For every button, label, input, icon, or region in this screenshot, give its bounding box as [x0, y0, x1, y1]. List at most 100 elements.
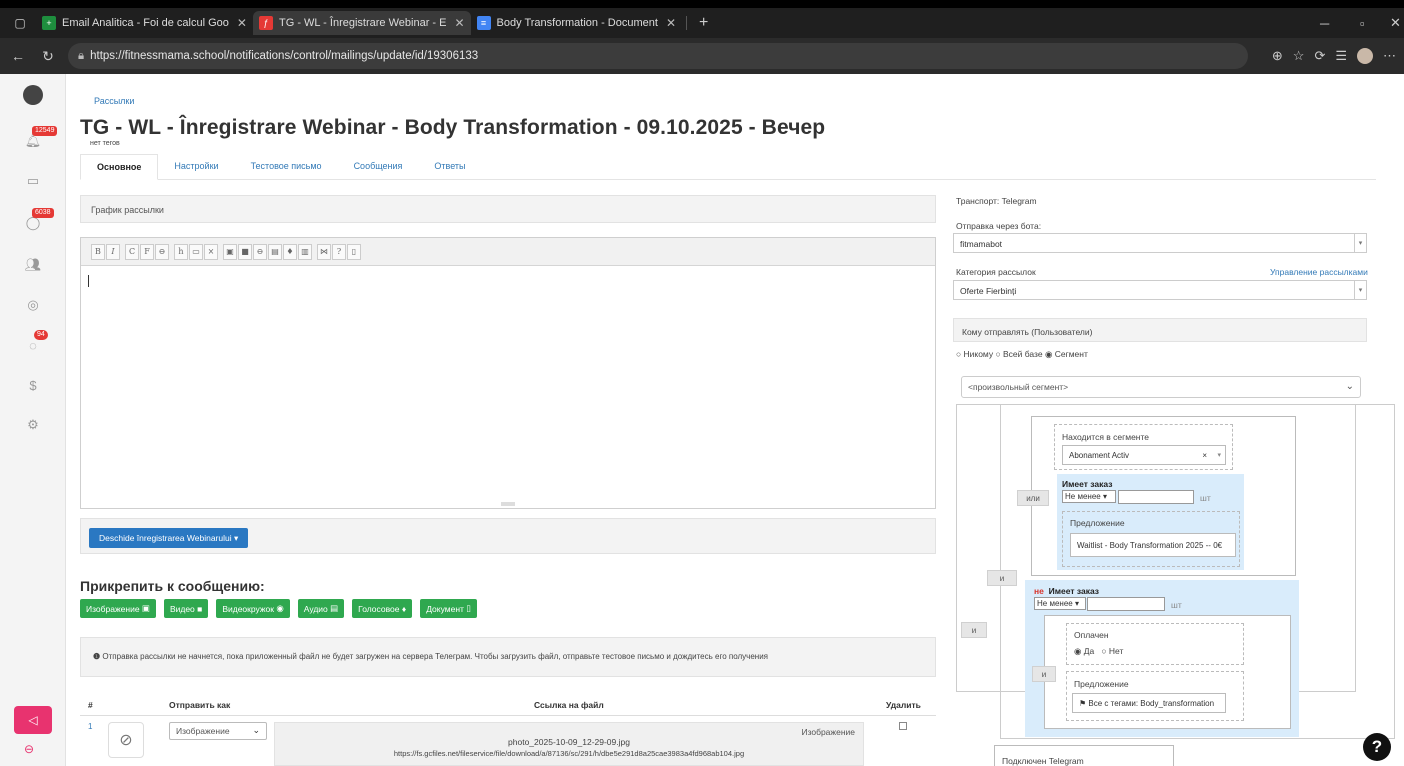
segment-select[interactable]: <произвольный сегмент> ⌄ — [961, 376, 1361, 398]
bot-select[interactable]: fitmamabot ▾ — [953, 233, 1367, 253]
tab-actions-icon[interactable]: ▢ — [10, 13, 30, 33]
tab-test-letter[interactable]: Тестовое письмо — [235, 154, 338, 179]
more-icon[interactable]: ⋯ — [1383, 48, 1396, 64]
favorites-list-icon[interactable]: ☰ — [1335, 48, 1347, 64]
attach-audio-button[interactable]: Аудио ▤ — [297, 599, 345, 618]
help-button[interactable]: ? — [332, 243, 346, 260]
image-icon: ▣ — [141, 603, 150, 613]
tab-answers[interactable]: Ответы — [418, 154, 481, 179]
quantity-input[interactable] — [1118, 490, 1194, 504]
profile-avatar[interactable] — [1357, 48, 1373, 64]
offer-chip[interactable]: Waitlist - Body Transformation 2025 -- 0… — [1070, 533, 1236, 557]
radio-segment[interactable]: ◉ Сегмент — [1045, 349, 1088, 359]
delete-checkbox[interactable] — [899, 722, 907, 730]
radio-all[interactable]: ○ Всей базе — [996, 349, 1043, 359]
browser-tab[interactable]: ≡ Body Transformation - Document ✕ — [471, 11, 682, 35]
category-select[interactable]: Oferte Fierbinți ▾ — [953, 280, 1367, 300]
tab-messages[interactable]: Сообщения — [338, 154, 419, 179]
attach-voice-button[interactable]: Голосовое ♦ — [352, 599, 413, 618]
sidebar-notifications[interactable]: 🔔︎ 12549 — [18, 126, 58, 156]
radio-nobody[interactable]: ○ Никому — [956, 349, 993, 359]
sidebar-settings[interactable]: ⚙︎ — [18, 410, 48, 440]
radio-paid-no[interactable]: ○ Нет — [1101, 646, 1123, 656]
link-icon[interactable]: ⊖ — [24, 742, 34, 756]
tab-main[interactable]: Основное — [80, 154, 159, 180]
attach-image-button[interactable]: Изображение ▣ — [80, 599, 156, 618]
code-button[interactable]: C — [125, 243, 139, 260]
sidebar-chats[interactable]: ◌ 94 — [18, 330, 48, 360]
help-button[interactable]: ? — [1363, 733, 1391, 761]
gear-icon: ⚙︎ — [27, 417, 39, 432]
sidebar-avatar[interactable] — [18, 80, 48, 110]
circle-button[interactable]: ⊖ — [253, 243, 267, 260]
back-icon[interactable]: ← — [6, 48, 30, 64]
extensions-icon[interactable]: ⟳ — [1314, 48, 1325, 64]
mic-button[interactable]: ♦ — [283, 243, 297, 260]
italic-button[interactable]: I — [106, 243, 120, 260]
restore-icon[interactable]: ▫ — [1360, 8, 1365, 38]
refresh-icon[interactable]: ↻ — [36, 48, 60, 65]
minimize-icon[interactable]: ─ — [1320, 8, 1329, 38]
or-button[interactable]: или — [1017, 490, 1049, 506]
in-segment-select[interactable]: Abonament Activ × ▾ — [1062, 445, 1226, 465]
not-has-order-label: не Имеет заказ — [1034, 586, 1100, 596]
sidebar-payments[interactable]: $ — [18, 370, 48, 400]
min-select-2[interactable]: Не менее ▾ — [1034, 597, 1086, 610]
link-button[interactable]: ⊖ — [155, 243, 169, 260]
close-tab-icon[interactable]: ✕ — [666, 16, 676, 30]
attach-video-button[interactable]: Видео ■ — [163, 599, 209, 618]
min-select[interactable]: Не менее ▾ — [1062, 490, 1116, 503]
file-button[interactable]: ▤ — [268, 243, 282, 260]
sidebar-users[interactable]: 👥︎ — [18, 250, 48, 280]
schedule-panel-header[interactable]: График рассылки — [80, 195, 936, 223]
tab-settings[interactable]: Настройки — [158, 154, 234, 179]
file-url[interactable]: https://fs.gcfiles.net/fileservice/file/… — [275, 749, 863, 758]
editor-resize-handle[interactable] — [501, 502, 515, 506]
send-as-select[interactable]: Изображение ⌄ — [169, 722, 267, 740]
document-icon: ▯ — [466, 603, 471, 613]
sidebar-target[interactable]: ◎ — [18, 290, 48, 320]
and-button-3[interactable]: и — [1032, 666, 1056, 682]
manage-mailings-link[interactable]: Управление рассылками — [1270, 267, 1368, 277]
quantity-input-2[interactable] — [1087, 597, 1165, 611]
favorite-icon[interactable]: ☆ — [1293, 48, 1305, 64]
clear-button[interactable]: × — [204, 243, 218, 260]
browser-tab-active[interactable]: ƒ TG - WL - Înregistrare Webinar - E ✕ — [252, 11, 471, 35]
close-tab-icon[interactable]: ✕ — [237, 16, 247, 30]
audio-file-icon: ▤ — [330, 603, 339, 613]
heading-button[interactable]: h — [174, 243, 188, 260]
clear-icon[interactable]: × — [1202, 451, 1207, 460]
close-tab-icon[interactable]: ✕ — [454, 16, 464, 30]
close-window-icon[interactable]: ✕ — [1390, 8, 1401, 38]
attach-title: Прикрепить к сообщению: — [80, 578, 265, 594]
and-button-2[interactable]: и — [987, 570, 1017, 586]
bold-button[interactable]: B — [91, 243, 105, 260]
document-button[interactable]: ▥ — [298, 243, 312, 260]
radio-paid-yes[interactable]: ◉ Да — [1074, 646, 1094, 656]
image-button[interactable]: ▣ — [223, 243, 237, 260]
keyboard-button[interactable]: ▭ — [189, 243, 203, 260]
webinar-registration-button[interactable]: Deschide înregistrarea Webinarului ▾ — [89, 528, 249, 548]
info-icon: ❶ — [93, 652, 101, 661]
attach-video-note-button[interactable]: Видеокружок ◉ — [216, 599, 290, 618]
offer-label: Предложение — [1070, 518, 1125, 528]
sidebar-monitor[interactable]: ▭ — [18, 166, 48, 196]
fullscreen-button[interactable]: ⋈ — [317, 243, 331, 260]
offer-chip-2[interactable]: ⚑ Все с тегами: Body_transformation — [1072, 693, 1226, 713]
message-editor[interactable]: B I C F ⊖ h ▭ × ▣ ■ ⊖ ▤ ♦ ▥ ⋈ ? ▯ — [80, 237, 936, 509]
video-button[interactable]: ■ — [238, 243, 252, 260]
and-button[interactable]: и — [961, 622, 987, 638]
sidebar-send-button[interactable]: ◁ — [14, 706, 52, 734]
zoom-icon[interactable]: ⊕ — [1272, 48, 1283, 64]
format-button[interactable]: F — [140, 243, 154, 260]
url-input[interactable]: 🔒︎ https://fitnessmama.school/notificati… — [68, 43, 1248, 69]
source-button[interactable]: ▯ — [347, 243, 361, 260]
browser-tab[interactable]: + Email Analitica - Foi de calcul Goo ✕ — [36, 11, 253, 35]
sidebar-messages[interactable]: ◯ 6038 — [18, 208, 54, 238]
new-tab-icon[interactable]: + — [699, 14, 708, 32]
pcs-label-2: шт — [1171, 600, 1182, 610]
tag-icon: ⚑ — [1079, 698, 1087, 708]
link-icon[interactable]: ⊘ — [108, 722, 144, 758]
attach-document-button[interactable]: Документ ▯ — [420, 599, 477, 618]
breadcrumb[interactable]: Рассылки — [94, 96, 134, 106]
